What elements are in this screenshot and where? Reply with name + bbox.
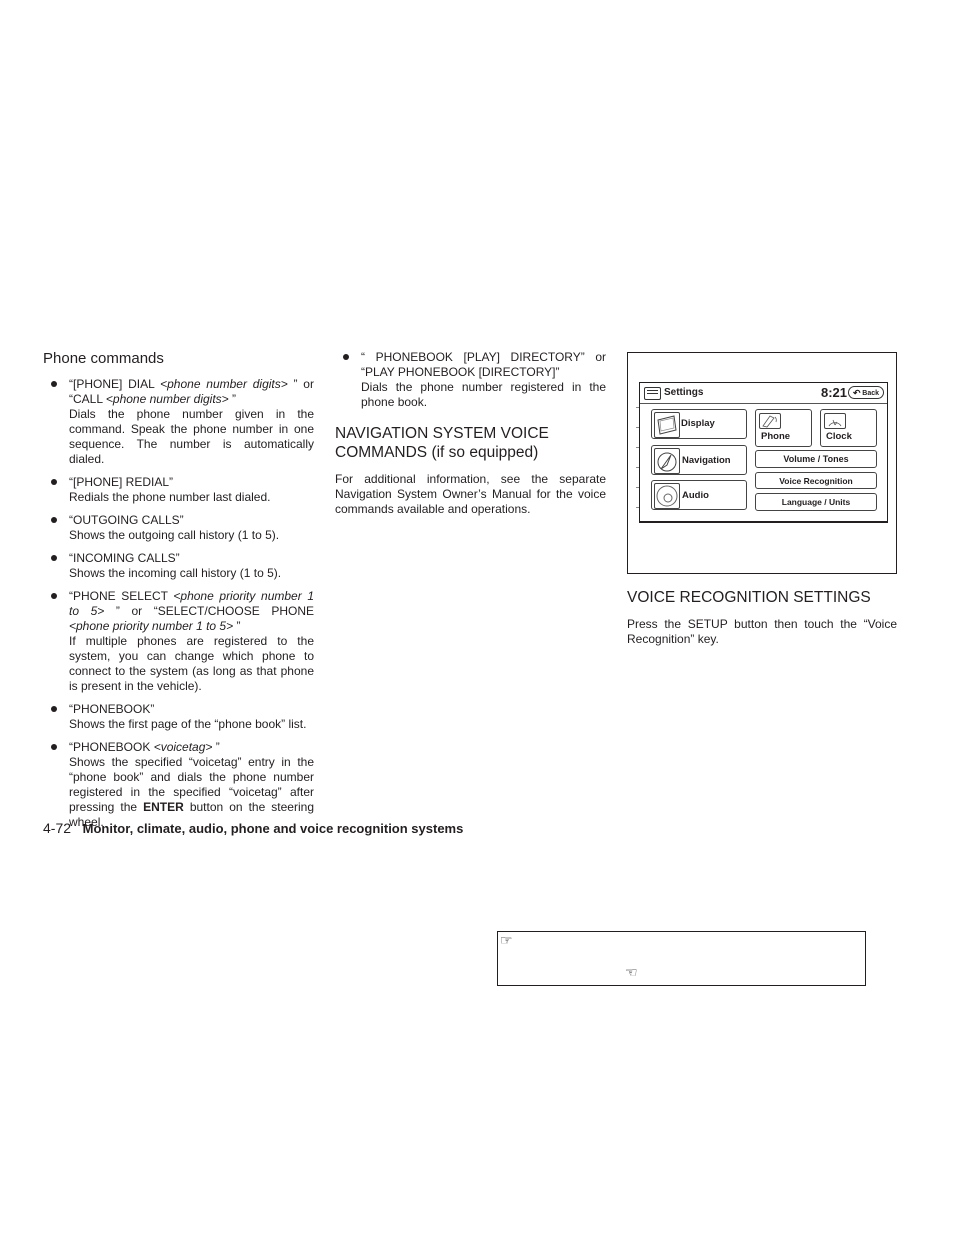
command-text: “PHONEBOOK” bbox=[69, 702, 155, 716]
heading-suffix: (if so equipped) bbox=[427, 444, 539, 461]
command-parameter: <voicetag> bbox=[153, 740, 213, 754]
bullet-icon bbox=[51, 555, 57, 561]
voice-command: “PHONE SELECT <phone priority number 1 t… bbox=[69, 589, 314, 634]
command-parameter: <phone number digits> bbox=[105, 392, 229, 406]
list-item: “ PHONEBOOK [PLAY] DIRECTORY” or “PLAY P… bbox=[335, 350, 606, 410]
list-item: “PHONE SELECT <phone priority number 1 t… bbox=[43, 589, 314, 694]
command-text: “PHONEBOOK bbox=[69, 740, 154, 754]
page-number: 4-72 bbox=[43, 820, 72, 836]
phone-commands-list: “[PHONE] DIAL <phone number digits> ” or… bbox=[43, 377, 314, 830]
voice-command: “ PHONEBOOK [PLAY] DIRECTORY” or “PLAY P… bbox=[361, 350, 606, 379]
command-text: “OUTGOING CALLS” bbox=[69, 513, 184, 527]
command-description: Shows the incoming call history (1 to 5)… bbox=[69, 566, 282, 580]
command-description: Dials the phone number registered in the… bbox=[361, 380, 606, 409]
bullet-icon bbox=[51, 479, 57, 485]
list-item: “INCOMING CALLS” Shows the incoming call … bbox=[43, 551, 314, 581]
command-parameter: <phone number digits> bbox=[160, 377, 288, 391]
voice-command: “[PHONE] REDIAL” bbox=[69, 475, 314, 490]
command-parameter: <phone priority number 1 to 5> bbox=[69, 619, 234, 633]
command-text: ” or “SELECT/CHOOSE PHONE bbox=[104, 604, 314, 618]
command-description: Dials the phone number given in the comm… bbox=[69, 407, 314, 466]
bullet-icon bbox=[51, 381, 57, 387]
command-description: Shows the specified “voicetag” entry in … bbox=[69, 755, 314, 830]
command-text: “PHONE SELECT bbox=[69, 589, 174, 603]
voice-command: “PHONEBOOK” bbox=[69, 702, 314, 717]
command-text: “INCOMING CALLS” bbox=[69, 551, 180, 565]
command-description: If multiple phones are registered to the… bbox=[69, 634, 314, 693]
list-item: “PHONEBOOK <voicetag> ” Shows the specifi… bbox=[43, 740, 314, 830]
voice-command: “[PHONE] DIAL <phone number digits> ” or… bbox=[69, 377, 314, 407]
pointing-hand-left-icon: ☜ bbox=[625, 964, 638, 980]
command-text: ” bbox=[212, 740, 220, 754]
command-text: ” bbox=[233, 619, 241, 633]
button-name: ENTER bbox=[143, 800, 184, 814]
section-heading: Phone commands bbox=[43, 350, 164, 367]
page-footer: 4-72 Monitor, climate, audio, phone and … bbox=[43, 820, 463, 836]
list-item: “[PHONE] DIAL <phone number digits> ” or… bbox=[43, 377, 314, 467]
list-item: “PHONEBOOK” Shows the first page of the “… bbox=[43, 702, 314, 732]
voice-command: “PHONEBOOK <voicetag> ” bbox=[69, 740, 314, 755]
command-description: Shows the first page of the “phone book”… bbox=[69, 717, 307, 731]
bullet-icon bbox=[51, 706, 57, 712]
command-description: Redials the phone number last dialed. bbox=[69, 490, 271, 504]
bullet-icon bbox=[343, 354, 349, 360]
chapter-title: Monitor, climate, audio, phone and voice… bbox=[82, 821, 464, 836]
navigation-voice-commands-body: For additional information, see the sepa… bbox=[335, 472, 606, 516]
section-heading: VOICE RECOGNITION SETTINGS bbox=[627, 589, 871, 606]
voice-recognition-settings-section: VOICE RECOGNITION SETTINGS Press the SET… bbox=[627, 352, 897, 647]
phonebook-commands-list: “ PHONEBOOK [PLAY] DIRECTORY” or “PLAY P… bbox=[335, 350, 606, 410]
command-text: “[PHONE] DIAL bbox=[69, 377, 161, 391]
voice-command: “INCOMING CALLS” bbox=[69, 551, 314, 566]
phone-commands-section: Phone commands “[PHONE] DIAL <phone numb… bbox=[43, 350, 314, 838]
list-item: “OUTGOING CALLS” Shows the outgoing call … bbox=[43, 513, 314, 543]
command-text: ” bbox=[228, 392, 237, 406]
pointing-hand-right-icon: ☞ bbox=[500, 932, 513, 948]
bullet-icon bbox=[51, 593, 57, 599]
command-description: Shows the outgoing call history (1 to 5)… bbox=[69, 528, 280, 542]
navigation-voice-commands-heading: NAVIGATION SYSTEM VOICE COMMANDS (if so … bbox=[335, 424, 606, 462]
bullet-icon bbox=[51, 744, 57, 750]
voice-command: “OUTGOING CALLS” bbox=[69, 513, 314, 528]
column-2: “ PHONEBOOK [PLAY] DIRECTORY” or “PLAY P… bbox=[335, 350, 606, 517]
section-body: Press the SETUP button then touch the “V… bbox=[627, 617, 897, 646]
command-text: “[PHONE] REDIAL” bbox=[69, 475, 174, 489]
list-item: “[PHONE] REDIAL” Redials the phone number… bbox=[43, 475, 314, 505]
bullet-icon bbox=[51, 517, 57, 523]
reference-box: ☞ ☜ bbox=[497, 931, 866, 986]
